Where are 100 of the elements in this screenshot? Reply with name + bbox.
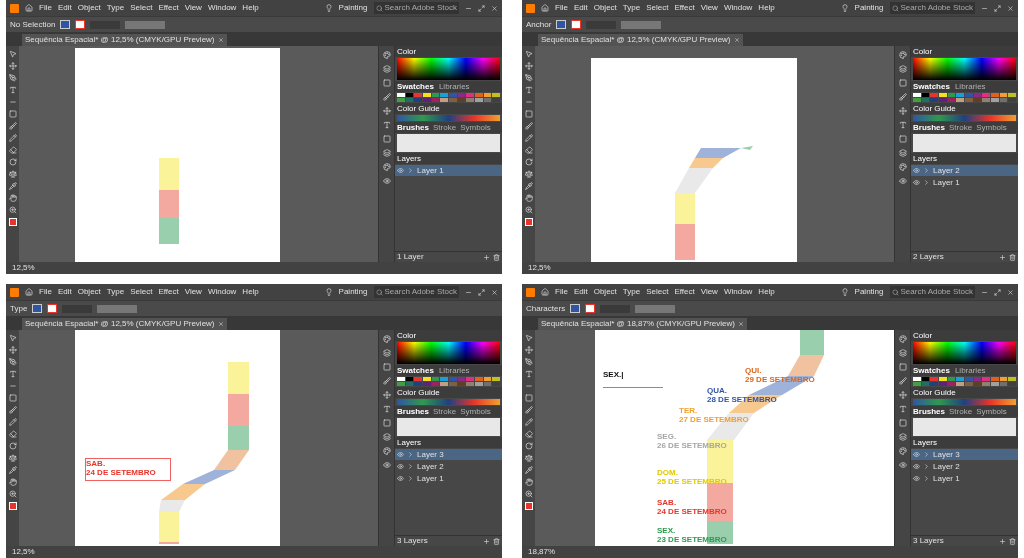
tool-icon[interactable] — [8, 454, 17, 462]
panel-tab[interactable]: Symbols — [460, 406, 491, 417]
stroke-swatch[interactable] — [47, 304, 58, 313]
tool-icon[interactable] — [8, 490, 17, 498]
panel-icon[interactable] — [898, 149, 907, 157]
menu-item[interactable]: Object — [77, 287, 101, 297]
home-icon[interactable] — [25, 4, 33, 12]
menu-item[interactable]: Select — [646, 287, 669, 297]
swatch[interactable] — [956, 382, 964, 386]
swatch[interactable] — [475, 377, 483, 381]
visibility-icon[interactable] — [913, 451, 920, 458]
swatch[interactable] — [449, 93, 457, 97]
swatch[interactable] — [431, 377, 440, 381]
swatch[interactable] — [440, 98, 448, 102]
color-spectrum[interactable] — [913, 58, 1016, 80]
swatch[interactable] — [414, 382, 422, 386]
menu-item[interactable]: View — [184, 3, 202, 13]
menu-item[interactable]: Help — [758, 287, 775, 297]
panel-tab[interactable]: Swatches — [397, 365, 434, 376]
workspace-switcher[interactable]: Painting — [338, 3, 368, 13]
panel-tab[interactable]: Brushes — [397, 406, 429, 417]
swatch[interactable] — [492, 98, 500, 102]
panel-icon[interactable] — [898, 93, 907, 101]
swatch[interactable] — [965, 382, 973, 386]
swatch[interactable] — [956, 377, 964, 381]
swatch[interactable] — [492, 382, 500, 386]
tool-icon[interactable] — [524, 418, 533, 426]
color-spectrum[interactable] — [397, 342, 500, 364]
tool-icon[interactable] — [524, 346, 533, 354]
tool-icon[interactable] — [524, 194, 533, 202]
lightbulb-icon[interactable] — [840, 288, 849, 296]
panel-tab[interactable]: Color — [397, 46, 417, 57]
tool-icon[interactable] — [524, 334, 533, 342]
tool-icon[interactable] — [8, 170, 17, 178]
swatch[interactable] — [913, 93, 921, 97]
tool-icon[interactable] — [524, 490, 533, 498]
maximize-icon[interactable] — [478, 4, 485, 12]
trash-icon[interactable] — [1009, 537, 1016, 545]
swatch[interactable] — [423, 98, 431, 102]
swatch[interactable] — [965, 377, 973, 381]
tool-icon[interactable] — [8, 122, 17, 130]
menu-item[interactable]: Type — [106, 3, 125, 13]
panel-icon[interactable] — [382, 107, 391, 115]
close-icon[interactable] — [1007, 288, 1014, 296]
panel-icon[interactable] — [898, 107, 907, 115]
visibility-icon[interactable] — [397, 463, 404, 470]
tool-icon[interactable] — [8, 346, 17, 354]
panel-icon[interactable] — [382, 121, 391, 129]
swatch[interactable] — [397, 93, 405, 97]
menu-item[interactable]: Help — [758, 3, 775, 13]
swatch[interactable] — [999, 93, 1008, 97]
swatch[interactable] — [466, 382, 474, 386]
tool-icon[interactable] — [524, 406, 533, 414]
swatch[interactable] — [457, 377, 466, 381]
swatch[interactable] — [965, 93, 973, 97]
tool-icon[interactable] — [8, 182, 17, 190]
menu-item[interactable]: View — [184, 287, 202, 297]
fill-swatch[interactable] — [556, 20, 567, 29]
panel-icon[interactable] — [898, 163, 907, 171]
panel-icon[interactable] — [898, 461, 907, 469]
swatch[interactable] — [431, 93, 440, 97]
swatch[interactable] — [973, 93, 982, 97]
swatch[interactable] — [423, 382, 431, 386]
swatch[interactable] — [483, 98, 492, 102]
visibility-icon[interactable] — [913, 167, 920, 174]
visibility-icon[interactable] — [397, 451, 404, 458]
swatch[interactable] — [956, 93, 964, 97]
swatch[interactable] — [939, 377, 947, 381]
maximize-icon[interactable] — [994, 288, 1001, 296]
layer-row[interactable]: Layer 2 — [911, 165, 1018, 176]
tool-icon[interactable] — [8, 442, 17, 450]
menu-item[interactable]: Edit — [573, 287, 588, 297]
swatch[interactable] — [947, 382, 956, 386]
tool-icon[interactable] — [524, 478, 533, 486]
menu-item[interactable]: Window — [207, 3, 237, 13]
stroke-swatch[interactable] — [571, 20, 582, 29]
swatch[interactable] — [405, 382, 414, 386]
style-field[interactable] — [635, 304, 676, 313]
stock-search-field[interactable]: Search Adobe Stock — [889, 286, 975, 298]
add-icon[interactable] — [999, 537, 1006, 545]
close-icon[interactable] — [217, 321, 224, 327]
panel-tab[interactable]: Libraries — [438, 81, 470, 92]
swatch[interactable] — [397, 377, 405, 381]
swatch[interactable] — [423, 377, 431, 381]
menu-item[interactable]: Object — [77, 3, 101, 13]
swatch[interactable] — [973, 98, 982, 102]
panel-tab[interactable]: Brushes — [397, 122, 429, 133]
swatch[interactable] — [999, 377, 1008, 381]
maximize-icon[interactable] — [478, 288, 485, 296]
tool-icon[interactable] — [8, 418, 17, 426]
menu-item[interactable]: Select — [130, 3, 153, 13]
close-icon[interactable] — [1007, 4, 1014, 12]
close-icon[interactable] — [491, 4, 498, 12]
panel-tab[interactable]: Stroke — [433, 406, 457, 417]
panel-tab[interactable]: Brushes — [913, 406, 945, 417]
tool-icon[interactable] — [524, 466, 533, 474]
tool-icon[interactable] — [8, 134, 17, 142]
tool-icon[interactable] — [8, 146, 17, 154]
visibility-icon[interactable] — [913, 463, 920, 470]
tool-icon[interactable] — [524, 370, 533, 378]
